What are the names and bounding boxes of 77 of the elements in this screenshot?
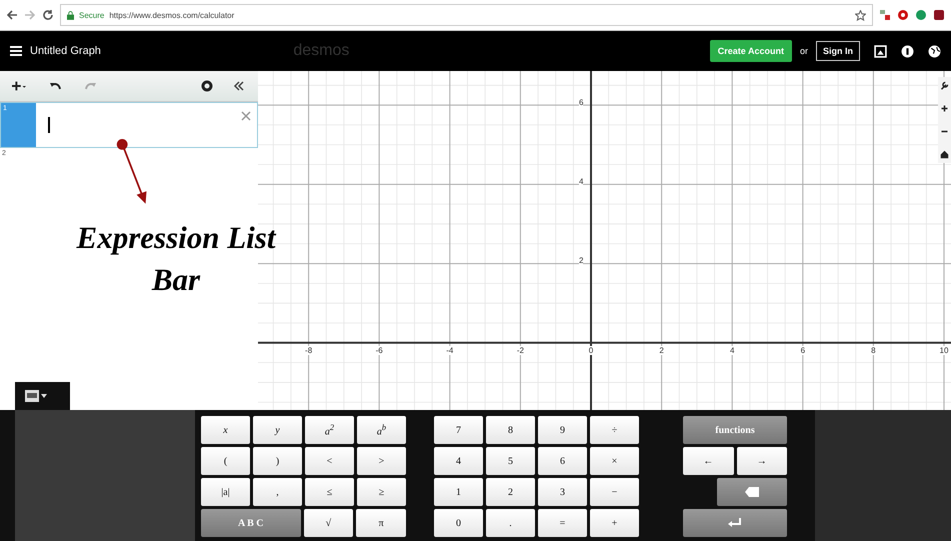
keypad-key[interactable]: ) bbox=[253, 447, 302, 475]
reload-icon[interactable] bbox=[42, 9, 54, 21]
axis-tick-label: -2 bbox=[516, 346, 524, 355]
keypad-key[interactable]: 4 bbox=[434, 447, 483, 475]
keypad-key[interactable]: 3 bbox=[538, 478, 587, 506]
keypad-key[interactable]: > bbox=[357, 447, 406, 475]
keypad-key[interactable]: 8 bbox=[486, 416, 535, 444]
axis-tick-label: 6 bbox=[800, 346, 806, 355]
keypad-key[interactable]: − bbox=[590, 478, 639, 506]
keypad-key[interactable]: 2 bbox=[486, 478, 535, 506]
star-icon[interactable] bbox=[855, 10, 866, 20]
or-label: or bbox=[800, 46, 808, 56]
axis-tick-label: 2 bbox=[659, 346, 664, 355]
extension-icon[interactable] bbox=[897, 9, 909, 21]
keypad-key[interactable]: y bbox=[253, 416, 302, 444]
keypad-key[interactable]: ( bbox=[201, 447, 250, 475]
keypad-key[interactable]: functions bbox=[683, 416, 787, 444]
keypad-key[interactable]: . bbox=[486, 509, 535, 537]
home-icon[interactable] bbox=[940, 150, 949, 159]
keypad-key[interactable]: ≥ bbox=[357, 478, 406, 506]
axis-tick-label: 4 bbox=[730, 346, 734, 355]
keypad-key[interactable]: ← bbox=[683, 447, 734, 475]
keypad-key[interactable]: × bbox=[590, 447, 639, 475]
graph-title[interactable]: Untitled Graph bbox=[30, 45, 286, 57]
extension-icon[interactable] bbox=[933, 9, 945, 21]
keypad-key[interactable]: ≤ bbox=[305, 478, 354, 506]
keypad-key[interactable]: √ bbox=[304, 509, 354, 537]
keypad-key[interactable]: a$^{b}$ bbox=[357, 416, 406, 444]
wrench-icon[interactable] bbox=[940, 81, 949, 90]
extension-icon[interactable] bbox=[879, 9, 891, 21]
keypad-key[interactable]: 6 bbox=[538, 447, 587, 475]
axis-tick-label: -6 bbox=[376, 346, 383, 355]
collapse-icon[interactable] bbox=[232, 80, 246, 92]
axis-tick-label: 2 bbox=[579, 256, 584, 265]
sign-in-button[interactable]: Sign In bbox=[816, 41, 860, 61]
keypad-key[interactable]: < bbox=[305, 447, 354, 475]
annotation-label: Expression List Bar bbox=[75, 219, 278, 299]
axis-tick-label: -8 bbox=[305, 346, 312, 355]
keypad-key[interactable]: π bbox=[356, 509, 406, 537]
keypad-key[interactable]: ÷ bbox=[590, 416, 639, 444]
text-cursor bbox=[48, 117, 50, 133]
keypad-key[interactable]: + bbox=[590, 509, 639, 537]
keypad-key[interactable]: a$^{2}$ bbox=[305, 416, 354, 444]
keypad-key[interactable]: 5 bbox=[486, 447, 535, 475]
keypad-key[interactable]: 7 bbox=[434, 416, 483, 444]
axis-tick-label: 8 bbox=[871, 346, 876, 355]
lock-icon bbox=[67, 10, 74, 20]
menu-icon[interactable] bbox=[10, 46, 22, 56]
axis-tick-label: 0 bbox=[588, 346, 594, 355]
secure-label: Secure bbox=[79, 10, 104, 20]
undo-icon[interactable] bbox=[48, 80, 62, 92]
keyboard-icon[interactable] bbox=[25, 390, 47, 402]
backspace-icon bbox=[745, 487, 759, 497]
keypad-key[interactable]: 1 bbox=[434, 478, 483, 506]
keypad-key[interactable]: x bbox=[201, 416, 250, 444]
axis-tick-label: -4 bbox=[446, 346, 454, 355]
keypad-key[interactable]: → bbox=[736, 447, 787, 475]
axis-tick-label: 10 bbox=[940, 346, 948, 355]
keypad-key[interactable] bbox=[717, 478, 787, 506]
help-icon[interactable] bbox=[901, 44, 914, 58]
url-text: https://www.desmos.com/calculator bbox=[109, 10, 236, 20]
keypad-key[interactable]: 0 bbox=[434, 509, 483, 537]
back-icon[interactable] bbox=[6, 9, 18, 21]
close-icon[interactable] bbox=[241, 111, 251, 121]
keypad-key[interactable]: |a| bbox=[201, 478, 250, 506]
keypad-key[interactable]: A B C bbox=[201, 509, 300, 537]
share-icon[interactable] bbox=[874, 44, 887, 58]
keypad-key[interactable]: = bbox=[538, 509, 587, 537]
settings-icon[interactable] bbox=[200, 80, 214, 92]
address-bar[interactable]: Secure https://www.desmos.com/calculator bbox=[60, 4, 873, 26]
keypad-key[interactable]: , bbox=[253, 478, 302, 506]
zoom-in-icon[interactable] bbox=[940, 104, 949, 113]
axis-tick-label: 6 bbox=[579, 98, 584, 107]
enter-icon bbox=[728, 518, 742, 528]
add-icon[interactable] bbox=[12, 80, 26, 92]
axis-tick-label: 4 bbox=[579, 177, 584, 186]
keypad-key[interactable]: 9 bbox=[538, 416, 587, 444]
